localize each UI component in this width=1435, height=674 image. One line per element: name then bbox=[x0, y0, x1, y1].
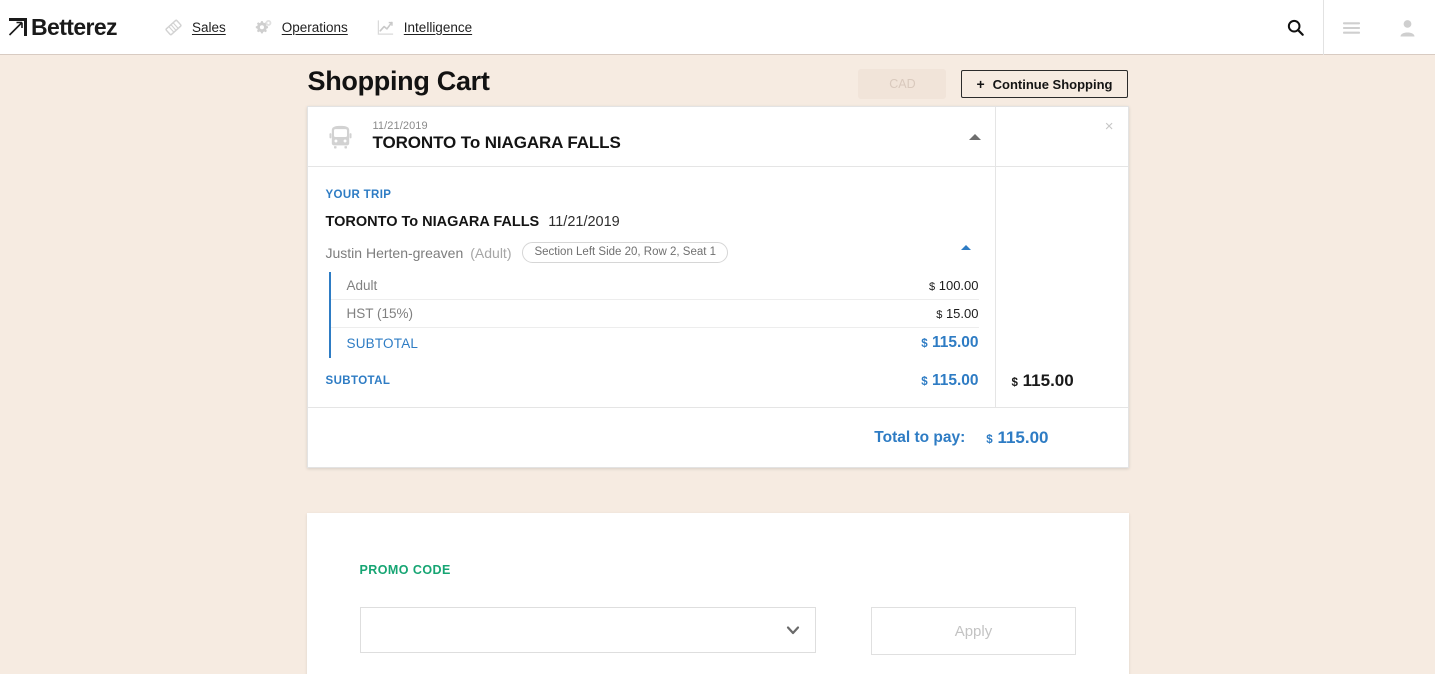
currency-symbol: $ bbox=[921, 338, 928, 350]
your-trip-label: YOUR TRIP bbox=[325, 189, 392, 201]
nav-item-operations[interactable]: Operations bbox=[240, 0, 362, 55]
fare-subtotal-label: SUBTOTAL bbox=[346, 335, 419, 351]
fare-amount: $ 15.00 bbox=[936, 306, 978, 321]
brand-logo[interactable]: Betterez bbox=[0, 13, 118, 41]
user-account-button[interactable] bbox=[1379, 0, 1435, 55]
page-header: Shopping Cart CAD + Continue Shopping bbox=[307, 55, 1128, 99]
hamburger-menu-icon bbox=[1343, 21, 1360, 34]
search-icon bbox=[1287, 19, 1304, 36]
cart-item-header-row: 11/21/2019 TORONTO To NIAGARA FALLS × bbox=[307, 107, 1128, 167]
currency-button[interactable]: CAD bbox=[858, 69, 947, 99]
promo-code-controls: Apply bbox=[359, 607, 1076, 655]
continue-shopping-label: Continue Shopping bbox=[992, 76, 1113, 92]
passenger-type: (Adult) bbox=[470, 244, 512, 261]
brand-name: Betterez bbox=[31, 13, 118, 40]
collapse-passenger-toggle[interactable] bbox=[960, 245, 971, 250]
passenger-name: Justin Herten-greaven bbox=[325, 244, 464, 261]
search-button[interactable] bbox=[1267, 0, 1323, 55]
fare-amount: $ 100.00 bbox=[929, 278, 979, 293]
cart-item-header[interactable]: 11/21/2019 TORONTO To NIAGARA FALLS bbox=[308, 107, 995, 166]
trip-date: 11/21/2019 bbox=[548, 214, 620, 230]
total-to-pay-label: Total to pay: bbox=[874, 428, 966, 446]
nav-item-intelligence[interactable]: Intelligence bbox=[362, 0, 486, 55]
bus-icon bbox=[328, 125, 352, 149]
currency-symbol: $ bbox=[1011, 377, 1018, 389]
line-chart-icon bbox=[377, 19, 393, 35]
plus-icon: + bbox=[976, 76, 985, 92]
promo-code-card: PROMO CODE Apply bbox=[306, 513, 1129, 674]
total-to-pay-value: 115.00 bbox=[997, 427, 1049, 447]
item-subtotal-value: 115.00 bbox=[931, 372, 979, 389]
cart-item-body-row: YOUR TRIP TORONTO To NIAGARA FALLS 11/21… bbox=[308, 167, 1128, 407]
fare-value: 100.00 bbox=[938, 278, 979, 293]
user-avatar-icon bbox=[1400, 19, 1414, 36]
fare-label: HST (15%) bbox=[346, 306, 414, 321]
trip-summary-line: TORONTO To NIAGARA FALLS 11/21/2019 bbox=[326, 214, 979, 230]
gears-icon bbox=[255, 19, 272, 33]
passenger-row: Justin Herten-greaven (Adult) Section Le… bbox=[326, 242, 979, 272]
continue-shopping-button[interactable]: + Continue Shopping bbox=[961, 70, 1128, 98]
cart-item-total-value: 115.00 bbox=[1022, 371, 1074, 390]
hamburger-menu-button[interactable] bbox=[1323, 0, 1379, 55]
page-header-actions: CAD + Continue Shopping bbox=[858, 69, 1128, 99]
cart-item-total-column: $ 115.00 bbox=[994, 167, 1128, 407]
main-nav-items: Sales Operations Intelligence bbox=[150, 0, 486, 55]
fare-breakdown: Adult $ 100.00 HST (15%) $ 15.00 SUBTOTA… bbox=[328, 272, 979, 358]
fare-subtotal-row: SUBTOTAL $ 115.00 bbox=[331, 328, 979, 358]
nav-label-intelligence: Intelligence bbox=[403, 19, 473, 35]
nav-item-sales[interactable]: Sales bbox=[150, 0, 240, 55]
item-subtotal-label: SUBTOTAL bbox=[325, 375, 391, 387]
nav-label-sales: Sales bbox=[191, 19, 226, 35]
trip-route: TORONTO To NIAGARA FALLS bbox=[325, 214, 540, 230]
top-navigation-bar: Betterez Sales Operations Intelligence bbox=[0, 0, 1435, 55]
ticket-icon bbox=[165, 19, 182, 35]
fare-row: Adult $ 100.00 bbox=[330, 272, 979, 300]
seat-assignment-chip[interactable]: Section Left Side 20, Row 2, Seat 1 bbox=[522, 242, 729, 263]
fare-row: HST (15%) $ 15.00 bbox=[330, 300, 979, 328]
fare-subtotal-amount: $ 115.00 bbox=[921, 334, 978, 352]
total-to-pay-amount: $ 115.00 bbox=[986, 428, 1048, 448]
cart-card: 11/21/2019 TORONTO To NIAGARA FALLS × YO… bbox=[306, 106, 1129, 468]
nav-label-operations: Operations bbox=[281, 19, 348, 35]
cart-item-route: TORONTO To NIAGARA FALLS bbox=[372, 133, 621, 152]
currency-symbol: $ bbox=[928, 281, 936, 293]
promo-code-select[interactable] bbox=[359, 607, 817, 653]
item-subtotal-row: SUBTOTAL $ 115.00 bbox=[326, 358, 979, 407]
cart-item-title-group: 11/21/2019 TORONTO To NIAGARA FALLS bbox=[373, 120, 621, 153]
page-content: Shopping Cart CAD + Continue Shopping 11… bbox=[0, 55, 1435, 674]
item-subtotal-amount: $ 115.00 bbox=[921, 372, 978, 390]
page-title: Shopping Cart bbox=[307, 66, 490, 96]
cart-item-date: 11/21/2019 bbox=[372, 120, 428, 132]
collapse-item-toggle[interactable] bbox=[968, 133, 981, 140]
cart-item-total: $ 115.00 bbox=[1012, 371, 1074, 391]
trip-details: YOUR TRIP TORONTO To NIAGARA FALLS 11/21… bbox=[308, 167, 995, 407]
currency-symbol: $ bbox=[936, 309, 943, 321]
currency-symbol: $ bbox=[986, 433, 993, 446]
chevron-down-icon bbox=[787, 626, 800, 635]
apply-promo-button[interactable]: Apply bbox=[871, 607, 1076, 655]
promo-code-label: PROMO CODE bbox=[359, 563, 451, 577]
nav-right-actions bbox=[1267, 0, 1435, 55]
cart-item-header-right: × bbox=[994, 107, 1128, 166]
betterez-logo-icon bbox=[8, 18, 27, 36]
fare-value: 15.00 bbox=[945, 306, 979, 321]
total-to-pay-row: Total to pay: $ 115.00 bbox=[307, 407, 1128, 467]
fare-label: Adult bbox=[346, 278, 378, 293]
remove-item-button[interactable]: × bbox=[1105, 119, 1114, 134]
currency-symbol: $ bbox=[921, 376, 928, 388]
fare-subtotal-value: 115.00 bbox=[931, 334, 979, 351]
